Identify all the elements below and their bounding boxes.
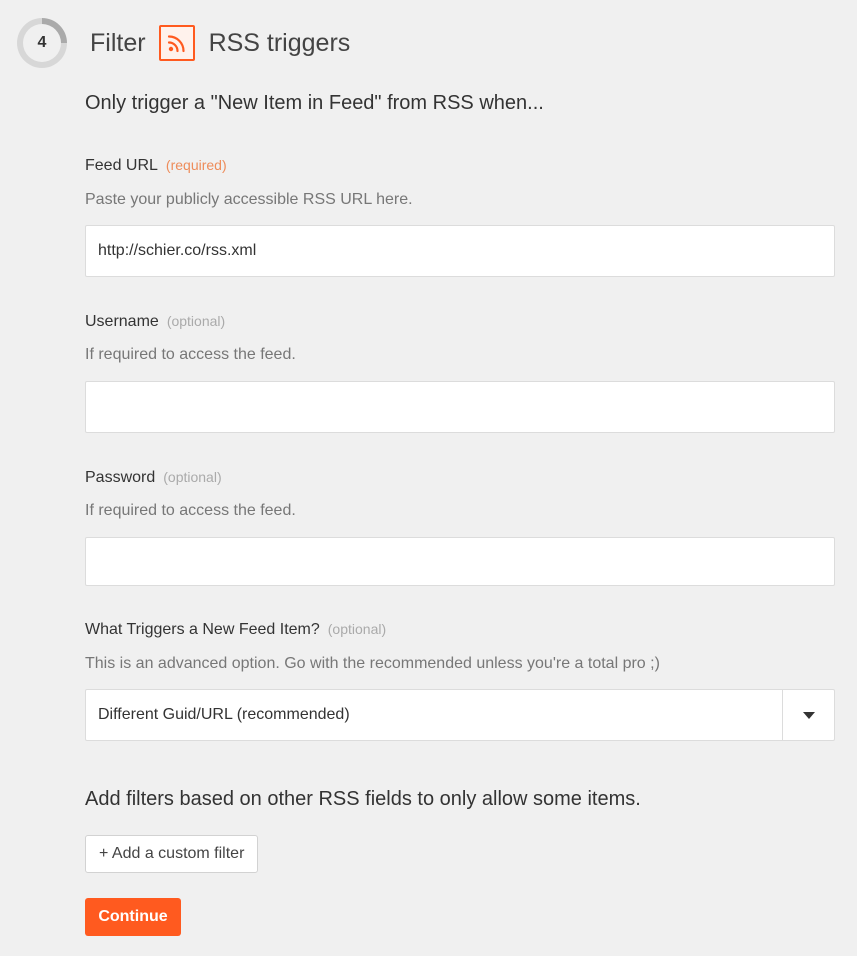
step-header: 4 Filter RSS triggers [17,18,350,68]
chevron-down-icon [802,711,815,719]
feed-url-label: Feed URL (required) [85,157,227,175]
dropdown-toggle[interactable] [782,690,834,740]
username-input[interactable] [85,381,835,433]
step-number: 4 [23,24,61,62]
password-help: If required to access the feed. [85,502,296,519]
password-input[interactable] [85,537,835,586]
rss-icon [158,25,195,61]
password-label-text: Password [85,469,156,486]
username-label-text: Username [85,313,159,330]
step-label: Filter [90,28,146,57]
feed-url-help: Paste your publicly accessible RSS URL h… [85,191,413,208]
add-custom-filter-button[interactable]: + Add a custom filter [85,835,259,873]
continue-button[interactable]: Continue [85,898,181,936]
feed-url-input[interactable]: http://schier.co/rss.xml [85,225,835,277]
trigger-type-help: This is an advanced option. Go with the … [85,655,660,672]
step-progress-indicator: 4 [17,18,67,68]
username-help: If required to access the feed. [85,346,296,363]
trigger-type-select[interactable]: Different Guid/URL (recommended) [85,689,835,741]
app-name: RSS triggers [208,28,351,57]
optional-tag: (optional) [163,469,222,485]
optional-tag: (optional) [327,621,387,637]
username-label: Username (optional) [85,313,225,331]
feed-url-label-text: Feed URL [85,157,158,174]
filters-heading: Add filters based on other RSS fields to… [85,788,641,810]
trigger-type-label: What Triggers a New Feed Item? (optional) [85,621,386,639]
trigger-type-selected-value: Different Guid/URL (recommended) [98,706,350,723]
required-tag: (required) [165,157,227,173]
optional-tag: (optional) [166,313,226,329]
intro-text: Only trigger a "New Item in Feed" from R… [85,92,544,114]
trigger-type-label-text: What Triggers a New Feed Item? [85,621,320,638]
password-label: Password (optional) [85,469,222,487]
